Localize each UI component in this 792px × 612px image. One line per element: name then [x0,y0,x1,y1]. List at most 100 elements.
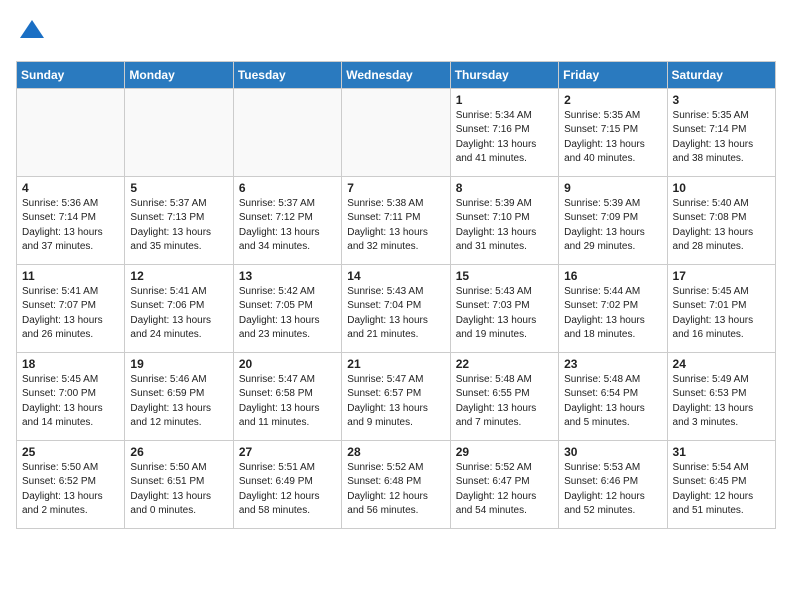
calendar-cell: 18Sunrise: 5:45 AM Sunset: 7:00 PM Dayli… [17,352,125,440]
calendar-cell: 2 Sunrise: 5:35 AM Sunset: 7:15 PM Daylig… [559,88,667,176]
weekday-header: Thursday [450,61,558,88]
weekday-header: Friday [559,61,667,88]
calendar-cell: 31 Sunrise: 5:54 AM Sunset: 6:45 PM Dayli… [667,440,775,528]
day-info: Sunrise: 5:35 AM Sunset: 7:15 PM Dayligh… [564,109,661,167]
day-number: 21 [347,357,444,371]
day-info: Sunrise: 5:39 AM Sunset: 7:10 PM Dayligh… [456,197,553,255]
calendar-cell: 16Sunrise: 5:44 AM Sunset: 7:02 PM Dayli… [559,264,667,352]
day-info: Sunrise: 5:47 AM Sunset: 6:58 PM Dayligh… [239,373,336,431]
calendar-cell: 5 Sunrise: 5:37 AM Sunset: 7:13 PM Daylig… [125,176,233,264]
calendar-cell: 20 Sunrise: 5:47 AM Sunset: 6:58 PM Dayli… [233,352,341,440]
day-number: 13 [239,269,336,283]
calendar-cell [233,88,341,176]
day-number: 9 [564,181,661,195]
calendar-cell [17,88,125,176]
calendar-cell: 9 Sunrise: 5:39 AM Sunset: 7:09 PM Daylig… [559,176,667,264]
day-number: 10 [673,181,770,195]
logo [16,16,46,49]
weekday-header: Tuesday [233,61,341,88]
day-number: 26 [130,445,227,459]
day-info: Sunrise: 5:47 AM Sunset: 6:57 PM Dayligh… [347,373,444,431]
calendar-week-row: 18Sunrise: 5:45 AM Sunset: 7:00 PM Dayli… [17,352,776,440]
calendar-cell: 14 Sunrise: 5:43 AM Sunset: 7:04 PM Dayli… [342,264,450,352]
calendar-cell [342,88,450,176]
calendar-cell: 7 Sunrise: 5:38 AM Sunset: 7:11 PM Daylig… [342,176,450,264]
calendar-cell: 1Sunrise: 5:34 AM Sunset: 7:16 PM Daylig… [450,88,558,176]
calendar-cell: 17 Sunrise: 5:45 AM Sunset: 7:01 PM Dayli… [667,264,775,352]
calendar-cell: 19Sunrise: 5:46 AM Sunset: 6:59 PM Dayli… [125,352,233,440]
day-info: Sunrise: 5:53 AM Sunset: 6:46 PM Dayligh… [564,461,661,519]
calendar-cell: 12 Sunrise: 5:41 AM Sunset: 7:06 PM Dayli… [125,264,233,352]
calendar-cell: 22 Sunrise: 5:48 AM Sunset: 6:55 PM Dayli… [450,352,558,440]
day-info: Sunrise: 5:37 AM Sunset: 7:13 PM Dayligh… [130,197,227,255]
day-number: 14 [347,269,444,283]
day-info: Sunrise: 5:40 AM Sunset: 7:08 PM Dayligh… [673,197,770,255]
calendar-cell: 23 Sunrise: 5:48 AM Sunset: 6:54 PM Dayli… [559,352,667,440]
day-info: Sunrise: 5:45 AM Sunset: 7:00 PM Dayligh… [22,373,119,431]
calendar-table: SundayMondayTuesdayWednesdayThursdayFrid… [16,61,776,529]
calendar-cell: 10 Sunrise: 5:40 AM Sunset: 7:08 PM Dayli… [667,176,775,264]
day-number: 27 [239,445,336,459]
weekday-header: Saturday [667,61,775,88]
calendar-cell: 8 Sunrise: 5:39 AM Sunset: 7:10 PM Daylig… [450,176,558,264]
day-info: Sunrise: 5:54 AM Sunset: 6:45 PM Dayligh… [673,461,770,519]
day-info: Sunrise: 5:48 AM Sunset: 6:54 PM Dayligh… [564,373,661,431]
calendar-week-row: 11 Sunrise: 5:41 AM Sunset: 7:07 PM Dayli… [17,264,776,352]
day-number: 1 [456,93,553,107]
weekday-header: Sunday [17,61,125,88]
calendar-week-row: 1Sunrise: 5:34 AM Sunset: 7:16 PM Daylig… [17,88,776,176]
calendar-cell: 3 Sunrise: 5:35 AM Sunset: 7:14 PM Daylig… [667,88,775,176]
day-number: 4 [22,181,119,195]
calendar-cell: 15 Sunrise: 5:43 AM Sunset: 7:03 PM Dayli… [450,264,558,352]
day-info: Sunrise: 5:39 AM Sunset: 7:09 PM Dayligh… [564,197,661,255]
day-number: 22 [456,357,553,371]
calendar-week-row: 25 Sunrise: 5:50 AM Sunset: 6:52 PM Dayli… [17,440,776,528]
calendar-week-row: 4 Sunrise: 5:36 AM Sunset: 7:14 PM Daylig… [17,176,776,264]
day-number: 25 [22,445,119,459]
day-number: 20 [239,357,336,371]
day-number: 31 [673,445,770,459]
day-number: 23 [564,357,661,371]
weekday-header: Wednesday [342,61,450,88]
day-info: Sunrise: 5:50 AM Sunset: 6:52 PM Dayligh… [22,461,119,519]
day-number: 24 [673,357,770,371]
calendar-cell: 29 Sunrise: 5:52 AM Sunset: 6:47 PM Dayli… [450,440,558,528]
day-info: Sunrise: 5:41 AM Sunset: 7:06 PM Dayligh… [130,285,227,343]
day-number: 6 [239,181,336,195]
day-info: Sunrise: 5:35 AM Sunset: 7:14 PM Dayligh… [673,109,770,167]
day-info: Sunrise: 5:52 AM Sunset: 6:48 PM Dayligh… [347,461,444,519]
day-info: Sunrise: 5:38 AM Sunset: 7:11 PM Dayligh… [347,197,444,255]
day-number: 3 [673,93,770,107]
day-info: Sunrise: 5:49 AM Sunset: 6:53 PM Dayligh… [673,373,770,431]
day-number: 29 [456,445,553,459]
page-header [16,16,776,49]
calendar-cell: 24 Sunrise: 5:49 AM Sunset: 6:53 PM Dayli… [667,352,775,440]
weekday-header: Monday [125,61,233,88]
day-info: Sunrise: 5:50 AM Sunset: 6:51 PM Dayligh… [130,461,227,519]
day-info: Sunrise: 5:43 AM Sunset: 7:03 PM Dayligh… [456,285,553,343]
day-info: Sunrise: 5:52 AM Sunset: 6:47 PM Dayligh… [456,461,553,519]
day-info: Sunrise: 5:43 AM Sunset: 7:04 PM Dayligh… [347,285,444,343]
calendar-cell: 25 Sunrise: 5:50 AM Sunset: 6:52 PM Dayli… [17,440,125,528]
calendar-cell: 28Sunrise: 5:52 AM Sunset: 6:48 PM Dayli… [342,440,450,528]
day-info: Sunrise: 5:48 AM Sunset: 6:55 PM Dayligh… [456,373,553,431]
day-number: 11 [22,269,119,283]
calendar-cell: 27Sunrise: 5:51 AM Sunset: 6:49 PM Dayli… [233,440,341,528]
calendar-cell: 11 Sunrise: 5:41 AM Sunset: 7:07 PM Dayli… [17,264,125,352]
day-number: 5 [130,181,227,195]
day-info: Sunrise: 5:45 AM Sunset: 7:01 PM Dayligh… [673,285,770,343]
calendar-cell: 4 Sunrise: 5:36 AM Sunset: 7:14 PM Daylig… [17,176,125,264]
day-info: Sunrise: 5:42 AM Sunset: 7:05 PM Dayligh… [239,285,336,343]
day-number: 7 [347,181,444,195]
day-info: Sunrise: 5:36 AM Sunset: 7:14 PM Dayligh… [22,197,119,255]
day-number: 15 [456,269,553,283]
day-info: Sunrise: 5:41 AM Sunset: 7:07 PM Dayligh… [22,285,119,343]
day-info: Sunrise: 5:37 AM Sunset: 7:12 PM Dayligh… [239,197,336,255]
day-number: 2 [564,93,661,107]
day-number: 12 [130,269,227,283]
day-info: Sunrise: 5:44 AM Sunset: 7:02 PM Dayligh… [564,285,661,343]
day-number: 17 [673,269,770,283]
day-number: 8 [456,181,553,195]
calendar-cell: 30Sunrise: 5:53 AM Sunset: 6:46 PM Dayli… [559,440,667,528]
day-info: Sunrise: 5:46 AM Sunset: 6:59 PM Dayligh… [130,373,227,431]
